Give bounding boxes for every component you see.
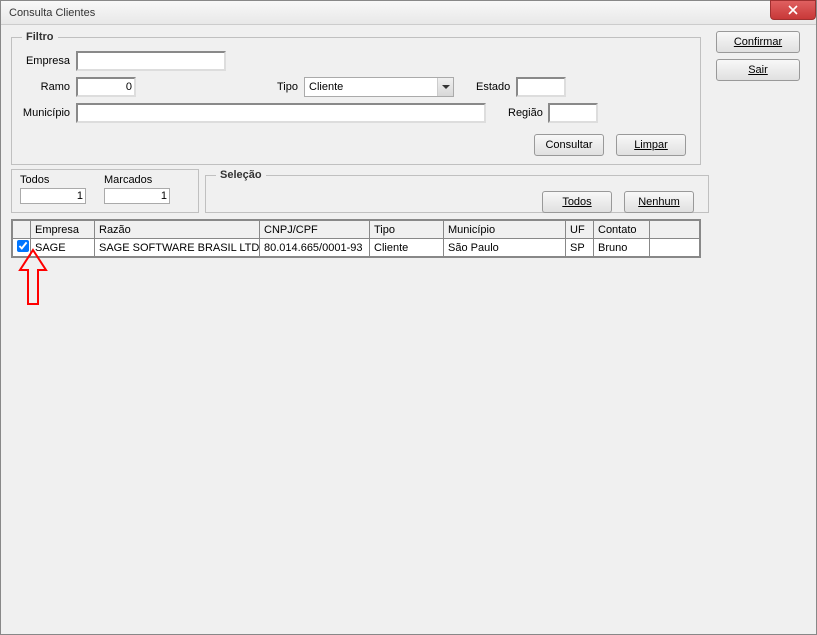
cell-razao: SAGE SOFTWARE BRASIL LTD	[95, 239, 260, 257]
col-empresa[interactable]: Empresa	[31, 221, 95, 239]
close-button[interactable]	[770, 0, 816, 20]
estado-input[interactable]	[516, 77, 566, 97]
col-uf[interactable]: UF	[566, 221, 594, 239]
select-nenhum-button[interactable]: Nenhum	[624, 191, 694, 213]
tipo-value: Cliente	[305, 81, 437, 93]
filter-group: Filtro Empresa Ramo Tipo Cliente	[11, 31, 701, 165]
tipo-combobox[interactable]: Cliente	[304, 77, 454, 97]
cell-uf: SP	[566, 239, 594, 257]
titlebar: Consulta Clientes	[1, 1, 816, 25]
ramo-input[interactable]	[76, 77, 136, 97]
label-todos-count: Todos	[20, 174, 86, 186]
filter-legend: Filtro	[22, 31, 58, 43]
marcados-count	[104, 188, 170, 204]
label-tipo: Tipo	[264, 81, 304, 93]
col-razao[interactable]: Razão	[95, 221, 260, 239]
regiao-input[interactable]	[548, 103, 598, 123]
col-cnpj[interactable]: CNPJ/CPF	[260, 221, 370, 239]
chevron-down-icon[interactable]	[437, 78, 453, 96]
col-tipo[interactable]: Tipo	[370, 221, 444, 239]
cell-tipo: Cliente	[370, 239, 444, 257]
todos-count	[20, 188, 86, 204]
selection-group: Seleção Todos Nenhum	[205, 169, 709, 213]
cell-empresa: SAGE	[31, 239, 95, 257]
cell-municipio: São Paulo	[444, 239, 566, 257]
empresa-input[interactable]	[76, 51, 226, 71]
cell-cnpj: 80.014.665/0001-93	[260, 239, 370, 257]
sair-button[interactable]: Sair	[716, 59, 800, 81]
row-checkbox[interactable]	[17, 240, 29, 252]
dialog-window: Consulta Clientes Filtro Empresa Ramo T	[0, 0, 817, 635]
municipio-input[interactable]	[76, 103, 486, 123]
label-empresa: Empresa	[22, 55, 76, 67]
label-ramo: Ramo	[22, 81, 76, 93]
col-municipio[interactable]: Município	[444, 221, 566, 239]
select-todos-button[interactable]: Todos	[542, 191, 612, 213]
confirmar-button[interactable]: Confirmar	[716, 31, 800, 53]
consultar-button[interactable]: Consultar	[534, 134, 604, 156]
results-grid[interactable]: Empresa Razão CNPJ/CPF Tipo Município UF…	[11, 219, 701, 258]
col-spare	[650, 221, 700, 239]
col-check[interactable]	[13, 221, 31, 239]
close-icon	[788, 5, 798, 15]
grid-header-row: Empresa Razão CNPJ/CPF Tipo Município UF…	[13, 221, 700, 239]
counts-group: Todos Marcados	[11, 169, 199, 213]
cell-contato: Bruno	[594, 239, 650, 257]
label-municipio: Município	[22, 107, 76, 119]
table-row[interactable]: SAGE SAGE SOFTWARE BRASIL LTD 80.014.665…	[13, 239, 700, 257]
label-marcados-count: Marcados	[104, 174, 170, 186]
window-title: Consulta Clientes	[9, 7, 95, 19]
label-estado: Estado	[476, 81, 516, 93]
selection-legend: Seleção	[216, 169, 266, 181]
label-regiao: Região	[508, 107, 548, 119]
col-contato[interactable]: Contato	[594, 221, 650, 239]
limpar-button[interactable]: Limpar	[616, 134, 686, 156]
